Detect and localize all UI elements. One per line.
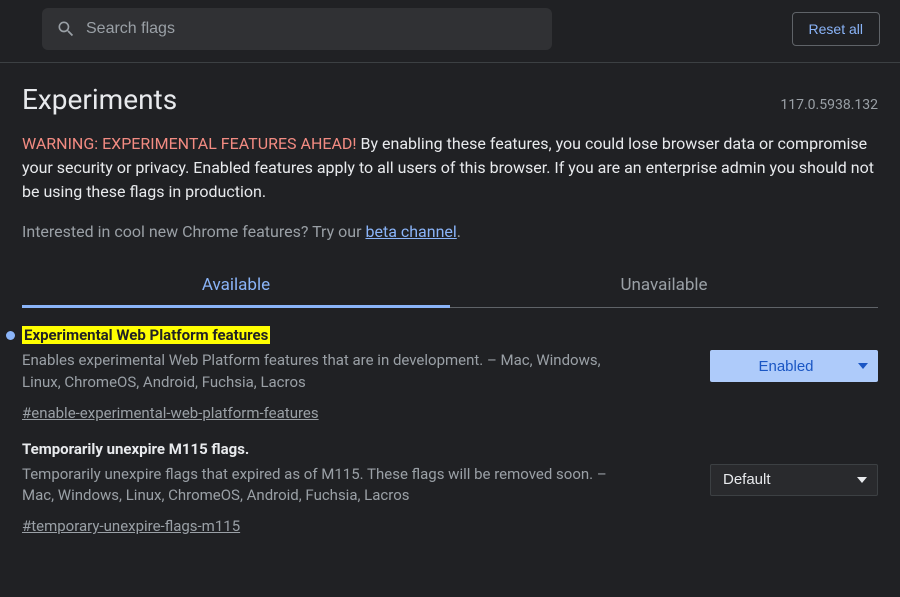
beta-channel-link[interactable]: beta channel	[365, 222, 456, 241]
flag-description: Temporarily unexpire flags that expired …	[22, 464, 642, 508]
modified-dot-icon	[6, 331, 15, 340]
page-title: Experiments	[22, 83, 177, 116]
flag-row: Temporarily unexpire M115 flags. Temporar…	[22, 422, 878, 536]
tab-available[interactable]: Available	[22, 265, 450, 307]
flag-state-select[interactable]: DefaultEnabledDisabled	[710, 464, 878, 496]
warning-text: WARNING: EXPERIMENTAL FEATURES AHEAD! By…	[22, 132, 878, 204]
flag-description: Enables experimental Web Platform featur…	[22, 350, 642, 394]
tab-bar: Available Unavailable	[22, 265, 878, 308]
tab-unavailable[interactable]: Unavailable	[450, 265, 878, 307]
search-box[interactable]	[42, 8, 552, 50]
reset-all-button[interactable]: Reset all	[792, 12, 880, 46]
search-input[interactable]	[86, 20, 538, 38]
warning-prefix: WARNING: EXPERIMENTAL FEATURES AHEAD!	[22, 134, 357, 153]
flag-anchor-link[interactable]: #enable-experimental-web-platform-featur…	[22, 404, 319, 422]
version-label: 117.0.5938.132	[780, 97, 878, 113]
flag-row: Experimental Web Platform features Enable…	[22, 308, 878, 422]
top-bar: Reset all	[0, 0, 900, 63]
flag-title: Temporarily unexpire M115 flags.	[22, 440, 249, 458]
content-area: Experiments 117.0.5938.132 WARNING: EXPE…	[0, 63, 900, 535]
promo-text: Interested in cool new Chrome features? …	[22, 222, 878, 241]
flag-anchor-link[interactable]: #temporary-unexpire-flags-m115	[22, 517, 240, 535]
search-icon	[56, 19, 76, 39]
flag-state-select[interactable]: DefaultEnabledDisabled	[710, 350, 878, 382]
flag-title: Experimental Web Platform features	[22, 326, 270, 344]
